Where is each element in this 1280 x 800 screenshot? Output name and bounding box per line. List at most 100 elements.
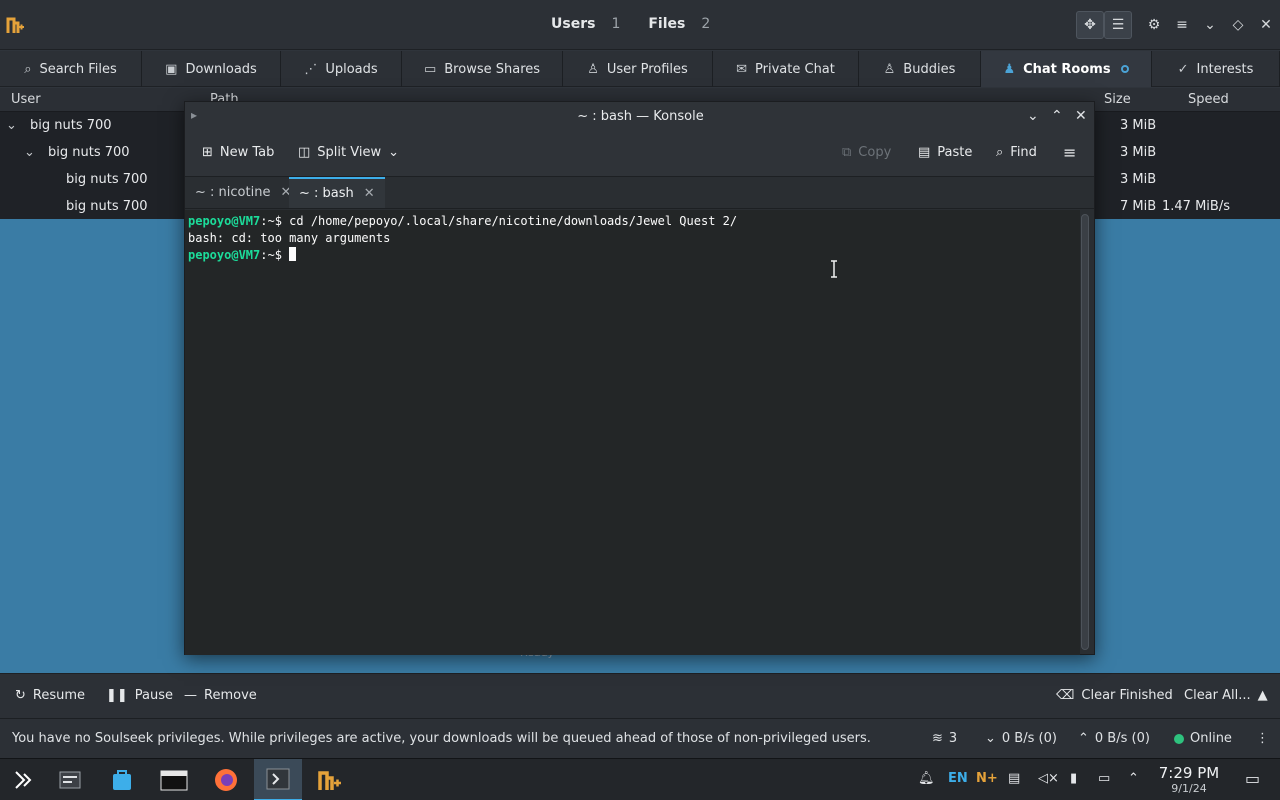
clear-all-button[interactable]: Clear All... ▲: [1184, 688, 1268, 703]
row-speed: 1.47 MiB/s: [1162, 199, 1230, 214]
pause-label: Pause: [134, 688, 174, 703]
folder-icon: ▭: [423, 61, 437, 77]
paste-icon: ▤: [918, 145, 931, 160]
row-size: 7 MiB: [1120, 199, 1157, 214]
row-user: big nuts 700: [48, 145, 130, 160]
clear-icon: ⌫: [1056, 688, 1075, 703]
download-arrow-icon: ⌄: [985, 731, 996, 746]
chevron-up-icon: ▲: [1257, 688, 1268, 703]
row-size: 3 MiB: [1120, 118, 1157, 133]
terminal-scrollbar[interactable]: [1081, 214, 1089, 650]
minimize-icon[interactable]: ⌄: [1196, 11, 1224, 39]
prompt-user-host: pepoyo@VM7: [188, 214, 261, 228]
tab-browse-shares[interactable]: ▭ Browse Shares: [402, 51, 563, 87]
tab-nicotine[interactable]: ~ : nicotine ✕: [185, 177, 301, 208]
pause-button[interactable]: ❚❚ Pause: [106, 688, 173, 703]
find-button[interactable]: ⌕ Find: [996, 145, 1037, 160]
tab-downloads[interactable]: ▣ Downloads: [142, 51, 281, 87]
tab-buddies[interactable]: ♙ Buddies: [859, 51, 981, 87]
command-output: bash: cd: too many arguments: [188, 231, 391, 245]
clock-date: 9/1/24: [1171, 782, 1207, 795]
nicotine-logo-icon[interactable]: [6, 15, 24, 35]
clear-all-label: Clear All...: [1184, 688, 1251, 703]
remove-button[interactable]: — Remove: [184, 688, 257, 703]
resume-label: Resume: [32, 688, 86, 703]
chat-rooms-icon: ♟: [1003, 61, 1016, 77]
tray-expand-icon[interactable]: ⌃: [1128, 771, 1139, 786]
terminal-line: pepoyo@VM7:~$: [188, 247, 1077, 264]
privileges-message: You have no Soulseek privileges. While p…: [12, 731, 871, 746]
upload-speed-status[interactable]: ⌃ 0 B/s (0): [1078, 731, 1150, 746]
close-tab-icon[interactable]: ✕: [364, 186, 375, 201]
konsole-taskbar-icon[interactable]: [254, 759, 302, 800]
column-speed[interactable]: Speed: [1188, 92, 1229, 107]
konsole-titlebar[interactable]: ▸ ~ : bash — Konsole ⌄ ⌃ ✕: [185, 102, 1094, 132]
firefox-icon[interactable]: [202, 759, 250, 800]
network-monitor-icon[interactable]: ▭: [1098, 771, 1110, 786]
chevron-down-icon[interactable]: ⌄: [6, 118, 17, 133]
tab-user-profiles[interactable]: ♙ User Profiles: [563, 51, 713, 87]
tab-chat-rooms[interactable]: ♟ Chat Rooms: [981, 51, 1152, 87]
more-menu-icon[interactable]: ⋮: [1256, 731, 1269, 746]
file-manager-icon[interactable]: [150, 759, 198, 800]
application-launcher-icon[interactable]: [0, 759, 48, 800]
tab-interests[interactable]: ✓ Interests: [1152, 51, 1280, 87]
check-icon: ✓: [1177, 61, 1189, 77]
system-settings-icon[interactable]: [46, 759, 94, 800]
copy-button[interactable]: ⧉ Copy: [842, 145, 891, 160]
hamburger-menu-icon[interactable]: ≡: [1063, 143, 1076, 162]
paste-button[interactable]: ▤ Paste: [918, 145, 972, 160]
mail-icon: ✉: [736, 61, 748, 77]
discover-store-icon[interactable]: [98, 759, 146, 800]
resume-button[interactable]: ↻ Resume: [15, 688, 85, 703]
tab-uploads[interactable]: ⋰ Uploads: [281, 51, 402, 87]
online-label: Online: [1190, 731, 1232, 746]
clear-finished-button[interactable]: ⌫ Clear Finished: [1056, 688, 1173, 703]
window-maximize-icon[interactable]: ⌃: [1051, 108, 1063, 124]
upload-speed: 0 B/s (0): [1094, 731, 1150, 746]
column-size[interactable]: Size: [1104, 92, 1131, 107]
window-minimize-icon[interactable]: ⌄: [1027, 108, 1039, 124]
download-speed-status[interactable]: ⌄ 0 B/s (0): [985, 731, 1057, 746]
volume-muted-icon[interactable]: ◁×: [1038, 771, 1059, 786]
tab-label: ~ : bash: [299, 186, 354, 201]
konsole-tabs: ~ : nicotine ✕ ~ : bash ✕: [185, 177, 1094, 209]
hamburger-menu-icon[interactable]: ≡: [1168, 11, 1196, 39]
copy-label: Copy: [858, 145, 892, 160]
new-tab-button[interactable]: ⊞ New Tab: [202, 145, 274, 160]
keyboard-layout[interactable]: EN: [948, 771, 968, 786]
list-view-icon[interactable]: ☰: [1104, 11, 1132, 39]
clock-time: 7:29 PM: [1158, 764, 1220, 782]
settings-gear-icon[interactable]: ⚙: [1140, 11, 1168, 39]
window-title: ~ : bash — Konsole: [577, 109, 704, 124]
tab-search-files[interactable]: ⌕ Search Files: [0, 51, 142, 87]
window-close-icon[interactable]: ✕: [1075, 108, 1087, 124]
network-icon[interactable]: ✥: [1076, 11, 1104, 39]
show-desktop-icon[interactable]: ▭: [1245, 769, 1260, 788]
notifications-icon[interactable]: 🔔︎: [918, 771, 935, 786]
clock[interactable]: 7:29 PM 9/1/24: [1155, 764, 1223, 795]
tab-private-chat[interactable]: ✉ Private Chat: [713, 51, 859, 87]
split-view-button[interactable]: ◫ Split View ⌄: [298, 145, 399, 160]
find-label: Find: [1010, 145, 1037, 160]
connections-status[interactable]: ≋ 3: [932, 731, 957, 746]
chevron-down-icon[interactable]: ⌄: [24, 145, 35, 160]
remove-label: Remove: [204, 688, 257, 703]
terminal-output[interactable]: pepoyo@VM7:~$ cd /home/pepoyo/.local/sha…: [185, 210, 1080, 655]
nicotine-tray-icon[interactable]: N+: [976, 771, 998, 786]
taskbar: 🔔︎ EN N+ ▤ ◁× ▮ ▭ ⌃ 7:29 PM 9/1/24 ▭: [0, 758, 1280, 800]
close-icon[interactable]: ✕: [1252, 11, 1280, 39]
usb-device-icon[interactable]: ▮: [1070, 771, 1077, 786]
paste-label: Paste: [937, 145, 973, 160]
maximize-icon[interactable]: ◇: [1224, 11, 1252, 39]
online-status[interactable]: Online: [1174, 731, 1232, 746]
column-user[interactable]: User: [11, 92, 41, 107]
new-tab-label: New Tab: [219, 145, 275, 160]
tab-bash[interactable]: ~ : bash ✕: [289, 177, 385, 208]
connections-count: 3: [948, 731, 958, 746]
header-stats: Users 1 Files 2: [551, 16, 738, 32]
prompt-user-host: pepoyo@VM7: [188, 248, 261, 262]
text-cursor: [289, 247, 297, 261]
nicotine-taskbar-icon[interactable]: [306, 759, 354, 800]
clipboard-icon[interactable]: ▤: [1008, 771, 1020, 786]
